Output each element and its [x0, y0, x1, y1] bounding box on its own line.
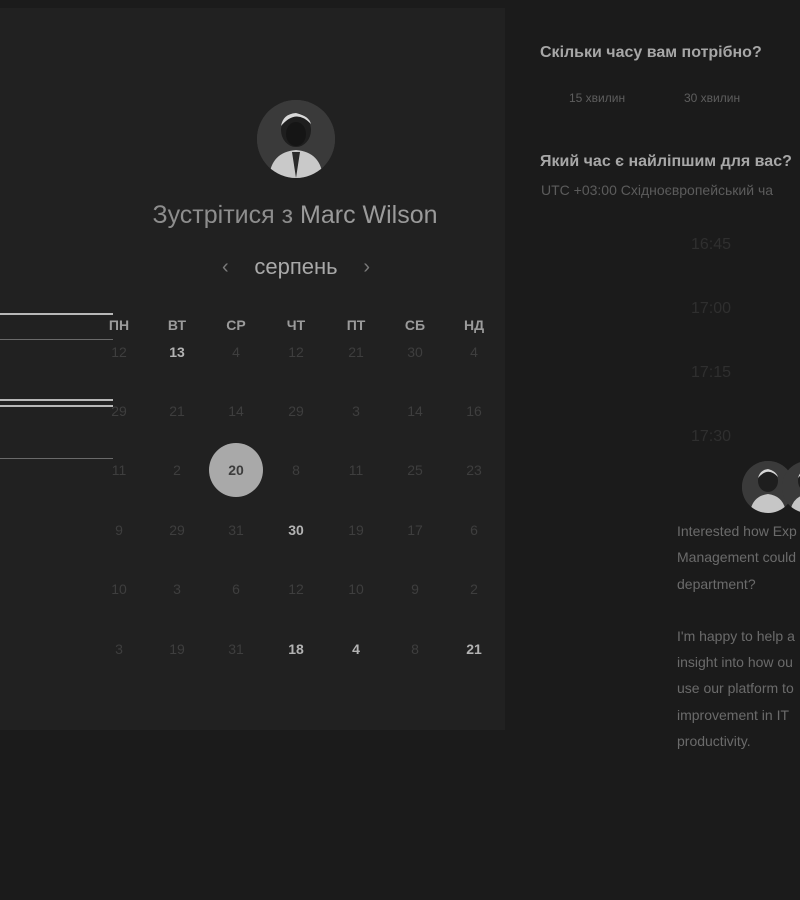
calendar-day: 31 [228, 641, 244, 657]
about-line: Interested how Exp [677, 523, 797, 539]
weekday-label: ПН [108, 317, 130, 333]
calendar-day: 19 [348, 522, 364, 538]
calendar-day: 21 [348, 344, 364, 360]
calendar-day: 25 [407, 462, 423, 478]
calendar-day: 12 [288, 344, 304, 360]
time-slot[interactable]: 17:30 [672, 428, 750, 446]
duration-question: Скільки часу вам потрібно? [540, 44, 762, 61]
calendar-day: 3 [352, 403, 360, 419]
weekday-header: ПН ВТ СР ЧТ ПТ СБ НД [90, 317, 505, 337]
calendar-day: 29 [111, 403, 127, 419]
time-slot[interactable]: 17:00 [672, 300, 750, 318]
about-line: use our platform to [677, 680, 794, 697]
calendar-day: 2 [470, 581, 478, 597]
weekday-label: НД [463, 317, 485, 333]
calendar-day: 14 [407, 403, 423, 419]
about-line: Management could [677, 549, 797, 566]
calendar-day: 10 [111, 581, 127, 597]
calendar-day-available[interactable]: 18 [266, 635, 326, 663]
calendar-day-selected[interactable]: 20 [209, 443, 263, 497]
calendar-day: 30 [407, 344, 423, 360]
calendar-day: 12 [288, 581, 304, 597]
host-name: Marc Wilson [300, 201, 438, 229]
duration-option-15[interactable]: 15 хвилин [569, 91, 625, 105]
next-month-chevron-right-icon[interactable]: › [363, 257, 370, 277]
calendar-day: 9 [115, 522, 123, 538]
time-question: Який час є найліпшим для вас? [540, 153, 792, 170]
about-line: improvement in IT [677, 706, 790, 723]
calendar-day: 21 [169, 403, 185, 419]
calendar-day: 4 [470, 344, 478, 360]
calendar-days: 12 13 4 12 21 30 4 29 21 14 29 3 14 16 11 2 20 8 11 25 23 9 29… [90, 338, 505, 678]
weekday-label: ЧТ [286, 317, 306, 333]
calendar-day: 6 [470, 522, 478, 538]
calendar-day: 31 [228, 522, 244, 538]
overlay-line [0, 313, 113, 315]
calendar-day: 3 [173, 581, 181, 597]
calendar-day: 10 [348, 581, 364, 597]
calendar-day: 29 [288, 403, 304, 419]
calendar-day: 4 [232, 344, 240, 360]
meeting-title-prefix: Зустрітися з [152, 201, 294, 229]
calendar-card: Зустрітися з Marc Wilson ‹ серпень › ПН В… [0, 8, 505, 730]
calendar-day: 14 [228, 403, 244, 419]
calendar-day: 11 [348, 462, 364, 478]
duration-option-30[interactable]: 30 хвилин [684, 91, 740, 105]
time-slot[interactable]: 17:15 [672, 364, 750, 382]
weekday-label: СР [226, 317, 246, 333]
calendar-day-available[interactable]: 21 [444, 635, 504, 663]
page: Зустрітися з Marc Wilson ‹ серпень › ПН В… [0, 0, 800, 900]
calendar-day: 2 [173, 462, 181, 478]
meeting-title: Зустрітися з Marc Wilson [0, 201, 590, 230]
prev-month-chevron-left-icon[interactable]: ‹ [222, 257, 229, 277]
time-slot[interactable]: 16:45 [672, 236, 750, 254]
calendar-day-available[interactable]: 30 [266, 516, 326, 544]
calendar-day: 6 [232, 581, 240, 597]
calendar-day-available[interactable]: 13 [147, 338, 207, 366]
timezone-label[interactable]: UTC +03:00 Східноєвропейський ча [541, 182, 773, 198]
month-label: серпень [254, 254, 338, 279]
calendar-day: 3 [115, 641, 123, 657]
about-text: Interested how Exp Management could depa… [677, 518, 800, 754]
host-avatar [257, 100, 335, 178]
calendar-day: 17 [407, 522, 423, 538]
calendar-day: 16 [466, 403, 482, 419]
about-line: productivity. [677, 733, 751, 750]
about-line: insight into how ou [677, 654, 793, 671]
calendar-day: 12 [111, 344, 127, 360]
calendar-day: 9 [411, 581, 419, 597]
about-line: I'm happy to help a [677, 627, 795, 644]
weekday-label: ПТ [346, 317, 366, 333]
weekday-label: ВТ [167, 317, 187, 333]
calendar-day: 11 [111, 462, 127, 478]
calendar-day: 8 [411, 641, 419, 657]
about-paragraph-1: Interested how Exp Management could depa… [677, 518, 800, 597]
calendar-day-available[interactable]: 4 [326, 635, 386, 663]
calendar-day: 29 [169, 522, 185, 538]
calendar-day: 23 [466, 462, 482, 478]
about-line: department? [677, 575, 756, 592]
about-paragraph-2: I'm happy to help a insight into how ou … [677, 623, 800, 754]
calendar-day: 19 [169, 641, 185, 657]
calendar-day: 8 [292, 462, 300, 478]
weekday-label: СБ [404, 317, 426, 333]
month-navigation: ‹ серпень › [222, 252, 370, 282]
